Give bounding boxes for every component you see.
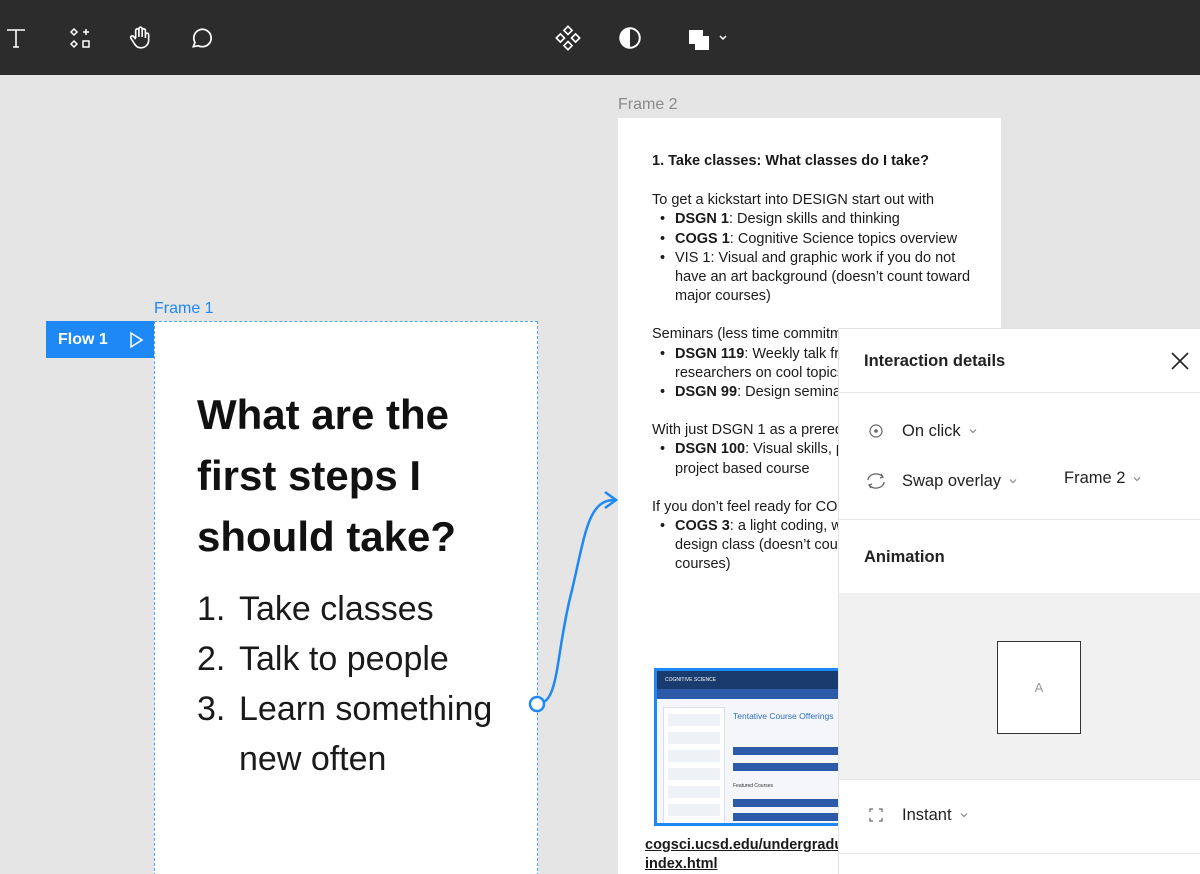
click-icon: [864, 419, 888, 443]
list-text: Take classes: [239, 590, 434, 628]
chevron-down-icon: [1009, 479, 1017, 484]
course-link[interactable]: cogsci.ucsd.edu/undergraduate/ index.htm…: [645, 836, 868, 874]
thumb-nav: [657, 689, 841, 699]
intro-text: To get a kickstart into DESIGN start out…: [652, 192, 935, 209]
destination-dropdown[interactable]: Frame 2: [1064, 469, 1143, 488]
divider: [839, 519, 1200, 520]
panel-title: Interaction details: [864, 352, 1006, 370]
frame2-heading: 1. Take classes: What classes do I take?: [652, 153, 929, 169]
thumb-title: Tentative Course Offerings: [733, 711, 834, 721]
list-item: VIS 1: Visual and graphic work if you do…: [660, 249, 982, 307]
divider: [839, 779, 1200, 780]
steps-list: 1. Take classes 2. Talk to people 3. Lea…: [197, 584, 517, 784]
action-dropdown[interactable]: Swap overlay: [864, 469, 1019, 493]
boolean-icon[interactable]: [678, 18, 738, 58]
thumb-sidebar: [663, 707, 725, 823]
close-icon[interactable]: [1168, 349, 1192, 373]
website-screenshot-thumbnail: COGNITIVE SCIENCE Tentative Course Offer…: [654, 668, 844, 826]
intro-bullets: DSGN 1: Design skills and thinking COGS …: [652, 210, 982, 306]
intro-block: To get a kickstart into DESIGN start out…: [652, 191, 982, 306]
toolbar: [0, 0, 1200, 75]
animation-title: Animation: [864, 548, 945, 566]
list-item: DSGN 1: Design skills and thinking: [660, 210, 982, 229]
destination-value: Frame 2: [1064, 469, 1126, 487]
flow-label: Flow 1: [58, 330, 108, 348]
list-number: 1.: [197, 590, 226, 628]
hand-tool-icon[interactable]: [120, 18, 160, 58]
thumb-row: [733, 763, 841, 771]
contrast-icon[interactable]: [610, 18, 650, 58]
list-number: 3.: [197, 690, 226, 728]
chevron-down-icon: [969, 429, 977, 434]
chevron-down-icon: [960, 813, 967, 818]
thumb-row: [733, 747, 841, 755]
list-item: COGS 1: Cognitive Science topics overvie…: [660, 230, 982, 249]
list-item: 2. Talk to people: [197, 634, 517, 684]
frame1-label[interactable]: Frame 1: [154, 300, 214, 318]
list-number: 2.: [197, 640, 226, 678]
trigger-dropdown[interactable]: On click: [864, 419, 979, 443]
trigger-value: On click: [902, 421, 961, 440]
animation-preview-box: A: [997, 641, 1081, 734]
text-tool-icon[interactable]: [0, 18, 36, 58]
component-icon[interactable]: [548, 18, 588, 58]
frame1[interactable]: What are the first steps I should take? …: [154, 321, 538, 874]
frame1-title: What are the first steps I should take?: [197, 391, 457, 560]
preview-letter: A: [1034, 680, 1044, 695]
flow-start-tag[interactable]: Flow 1: [46, 321, 154, 358]
list-text: Learn something new often: [239, 690, 493, 778]
frame2-label[interactable]: Frame 2: [618, 96, 678, 114]
animation-type-value: Instant: [902, 805, 952, 824]
chevron-down-icon: [1134, 476, 1141, 481]
thumb-section: Featured Courses: [733, 783, 774, 789]
interaction-details-panel: Interaction details On click Swap overla…: [838, 328, 1200, 874]
list-item: 1. Take classes: [197, 584, 517, 634]
thumb-row: [733, 813, 841, 821]
play-icon[interactable]: [128, 331, 144, 349]
list-item: 3. Learn something new often: [197, 684, 517, 784]
thumb-header: COGNITIVE SCIENCE: [657, 671, 841, 689]
divider: [839, 853, 1200, 854]
animation-type-dropdown[interactable]: Instant: [864, 803, 970, 827]
components-tool-icon[interactable]: [60, 18, 100, 58]
comment-tool-icon[interactable]: [182, 18, 222, 58]
swap-icon: [864, 469, 888, 493]
thumb-row: [733, 799, 841, 807]
instant-icon: [864, 803, 888, 827]
action-value: Swap overlay: [902, 471, 1002, 490]
panel-header: Interaction details: [839, 329, 1200, 393]
list-text: Talk to people: [239, 640, 449, 678]
